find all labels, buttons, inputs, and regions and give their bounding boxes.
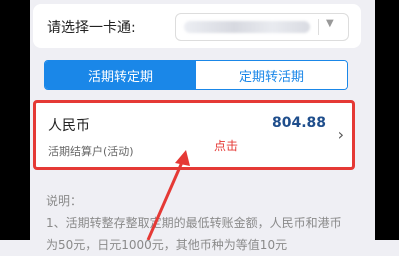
left-border	[0, 0, 30, 240]
right-border	[375, 0, 399, 240]
notes-section: 说明： 1、活期转整存整取定期的最低转账金额，人民币和港币 为50元，日元100…	[46, 190, 366, 256]
chevron-right-icon: ›	[337, 125, 344, 144]
notes-title: 说明：	[46, 194, 83, 208]
notes-line-2: 为50元，日元1000元，其他币种为等值10元	[46, 238, 288, 252]
account-currency: 人民币	[48, 118, 90, 134]
dropdown-divider	[318, 19, 319, 35]
notes-line-1: 1、活期转整存整取定期的最低转账金额，人民币和港币	[46, 216, 342, 230]
tab-demand-to-fixed[interactable]: 活期转定期	[45, 61, 196, 89]
card-select-dropdown[interactable]: ▼	[175, 13, 349, 41]
chevron-down-icon: ▼	[326, 18, 334, 29]
click-annotation: 点击	[214, 139, 239, 153]
account-type: 活期结算户(活动)	[48, 145, 134, 158]
transfer-type-tabs: 活期转定期 定期转活期	[44, 60, 348, 90]
tab-fixed-to-demand[interactable]: 定期转活期	[196, 61, 347, 89]
card-number-masked	[184, 21, 310, 33]
account-item[interactable]: 人民币 活期结算户(活动) 804.88 ›	[33, 100, 355, 170]
card-select-row: 请选择一卡通: ▼	[33, 4, 361, 48]
card-select-label: 请选择一卡通:	[47, 20, 136, 36]
account-balance: 804.88	[271, 115, 326, 131]
